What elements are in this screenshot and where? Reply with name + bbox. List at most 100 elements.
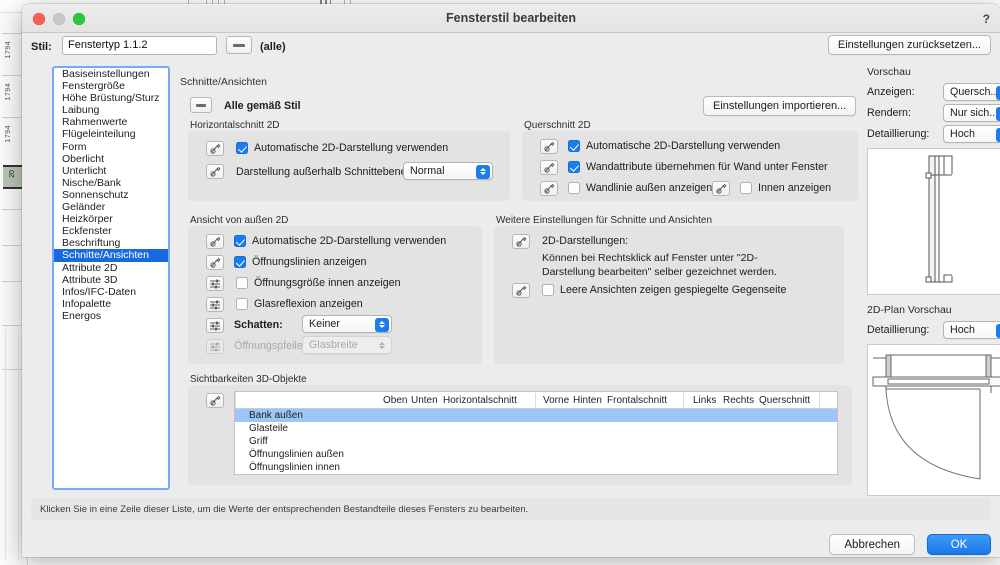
popup-preview-render-value: Nur sich... xyxy=(950,107,999,119)
sidebar-item-basiseinstellungen[interactable]: Basiseinstellungen xyxy=(54,68,168,80)
sliders-icon[interactable] xyxy=(206,318,224,333)
table-header-row: Oben Unten Horizontalschnitt Vorne Hinte… xyxy=(235,392,837,409)
pen-icon[interactable] xyxy=(512,283,530,298)
label-glass-reflection: Glasreflexion anzeigen xyxy=(254,298,363,310)
pen-icon[interactable] xyxy=(540,160,558,175)
group-title-weitere-einstellungen: Weitere Einstellungen für Schnitte und A… xyxy=(496,215,713,226)
cancel-button[interactable]: Abbrechen xyxy=(829,534,915,555)
ok-button[interactable]: OK xyxy=(927,534,991,555)
pen-icon[interactable] xyxy=(206,255,224,270)
preview-2d-plan-image xyxy=(867,344,1000,496)
checkbox-opening-lines[interactable] xyxy=(234,256,246,268)
column-header-rechts[interactable]: Rechts xyxy=(723,395,754,406)
checkbox-wall-attributes[interactable] xyxy=(568,161,580,173)
label-wall-line-outside: Wandlinie außen anzeigen xyxy=(586,182,713,194)
column-header-horizontalschnitt[interactable]: Horizontalschnitt xyxy=(443,395,517,406)
pen-icon[interactable] xyxy=(206,141,224,156)
popup-preview-detail-value: Hoch xyxy=(950,128,975,140)
checkbox-glass-reflection[interactable] xyxy=(236,298,248,310)
group-title-horizontalschnitt-2d: Horizontalschnitt 2D xyxy=(190,120,280,131)
table-row[interactable]: Bank außen xyxy=(235,409,837,422)
popup-preview-render[interactable]: Nur sich... xyxy=(943,104,1000,122)
plan-detail-row: Detaillierung: Hoch xyxy=(867,320,1000,341)
pen-icon[interactable] xyxy=(540,181,558,196)
table-row[interactable]: Öffnungslinien innen xyxy=(235,461,837,474)
group-ansicht-von-aussen-2d: Automatische 2D-Darstellung verwenden Öf… xyxy=(188,226,482,364)
column-header-frontalschnitt[interactable]: Frontalschnitt xyxy=(607,395,667,406)
sidebar-item-attribute-2d[interactable]: Attribute 2D xyxy=(54,262,168,274)
popup-outside-plane[interactable]: Normal xyxy=(403,162,493,180)
sidebar-item-schnitte-ansichten[interactable]: Schnitte/Ansichten xyxy=(54,249,168,262)
group-querschnitt-2d: Automatische 2D-Darstellung verwenden Wa… xyxy=(522,131,858,201)
sidebar-item-eckfenster[interactable]: Eckfenster xyxy=(54,225,168,237)
popup-shadow[interactable]: Keiner xyxy=(302,315,392,333)
sliders-icon[interactable] xyxy=(206,297,224,312)
group-title-sichtbarkeiten-3d-objekte: Sichtbarkeiten 3D-Objekte xyxy=(190,374,307,385)
sidebar-item-infopalette[interactable]: Infopalette xyxy=(54,298,168,310)
checkbox-auto-2d-cross[interactable] xyxy=(568,140,580,152)
sidebar-item-hoehe-bruestung-sturz[interactable]: Höhe Brüstung/Sturz xyxy=(54,92,168,104)
preview-detail-label: Detaillierung: xyxy=(867,128,930,140)
table-row[interactable]: Glasteile xyxy=(235,422,837,435)
column-header-unten[interactable]: Unten xyxy=(411,395,438,406)
popup-plan-detail[interactable]: Hoch xyxy=(943,321,1000,339)
sidebar-item-nische-bank[interactable]: Nische/Bank xyxy=(54,177,168,189)
pen-icon[interactable] xyxy=(206,164,224,179)
checkbox-auto-2d-exterior[interactable] xyxy=(234,235,246,247)
popup-preview-show[interactable]: Quersch... xyxy=(943,83,1000,101)
sidebar-item-fluegeleinteilung[interactable]: Flügeleinteilung xyxy=(54,128,168,140)
sidebar-item-gelaender[interactable]: Geländer xyxy=(54,201,168,213)
preview-title: Vorschau xyxy=(867,66,916,78)
column-header-vorne[interactable]: Vorne xyxy=(543,395,569,406)
sidebar-item-unterlicht[interactable]: Unterlicht xyxy=(54,165,168,177)
sidebar-item-sonnenschutz[interactable]: Sonnenschutz xyxy=(54,189,168,201)
ruler-mark: 1794 xyxy=(5,83,12,101)
pen-icon[interactable] xyxy=(540,139,558,154)
sidebar-item-infos-ifc-daten[interactable]: Infos/IFC-Daten xyxy=(54,286,168,298)
style-scope-label: (alle) xyxy=(260,41,286,53)
reset-settings-button[interactable]: Einstellungen zurücksetzen... xyxy=(827,35,991,55)
table-row[interactable]: Öffnungslinien außen xyxy=(235,448,837,461)
column-header-oben[interactable]: Oben xyxy=(383,395,407,406)
pen-icon[interactable] xyxy=(712,181,730,196)
column-header-links[interactable]: Links xyxy=(693,395,716,406)
visibility-table[interactable]: Oben Unten Horizontalschnitt Vorne Hinte… xyxy=(234,391,838,475)
popup-preview-detail[interactable]: Hoch xyxy=(943,125,1000,143)
sidebar-item-oberlicht[interactable]: Oberlicht xyxy=(54,153,168,165)
sidebar-item-rahmenwerte[interactable]: Rahmenwerte xyxy=(54,116,168,128)
column-header-querschnitt[interactable]: Querschnitt xyxy=(759,395,810,406)
style-input[interactable]: Fenstertyp 1.1.2 xyxy=(62,36,217,55)
help-icon[interactable]: ? xyxy=(983,12,990,26)
sidebar-item-laibung[interactable]: Laibung xyxy=(54,104,168,116)
preview-3d-image xyxy=(867,148,1000,295)
chevron-updown-icon xyxy=(476,164,490,179)
pen-icon[interactable] xyxy=(206,393,224,408)
sidebar-item-heizkoerper[interactable]: Heizkörper xyxy=(54,213,168,225)
checkbox-empty-views[interactable] xyxy=(542,284,554,296)
pen-icon[interactable] xyxy=(512,234,530,249)
settings-sidebar[interactable]: Basiseinstellungen Fenstergröße Höhe Brü… xyxy=(52,66,170,490)
checkbox-wall-line-outside[interactable] xyxy=(568,182,580,194)
label-opening-size-inside: Öffnungsgröße innen anzeigen xyxy=(254,277,401,289)
group-weitere-einstellungen: 2D-Darstellungen: Können bei Rechtsklick… xyxy=(494,226,844,364)
pen-dash-icon[interactable] xyxy=(226,36,252,54)
sidebar-item-fenstergroesse[interactable]: Fenstergröße xyxy=(54,80,168,92)
sidebar-item-beschriftung[interactable]: Beschriftung xyxy=(54,237,168,249)
chevron-updown-icon xyxy=(996,85,1000,100)
import-settings-button[interactable]: Einstellungen importieren... xyxy=(703,96,857,116)
checkbox-show-inside[interactable] xyxy=(740,182,752,194)
checkbox-opening-size-inside[interactable] xyxy=(236,277,248,289)
sliders-icon[interactable] xyxy=(206,276,224,291)
chevron-updown-icon xyxy=(996,106,1000,121)
column-header-hinten[interactable]: Hinten xyxy=(573,395,602,406)
pen-icon[interactable] xyxy=(206,234,224,249)
checkbox-auto-2d-horizontal[interactable] xyxy=(236,142,248,154)
group-title-ansicht-von-aussen-2d: Ansicht von außen 2D xyxy=(190,215,289,226)
sidebar-item-attribute-3d[interactable]: Attribute 3D xyxy=(54,274,168,286)
table-row[interactable]: Griff xyxy=(235,435,837,448)
sidebar-item-form[interactable]: Form xyxy=(54,141,168,153)
label-opening-lines: Öffnungslinien anzeigen xyxy=(252,256,367,268)
sidebar-item-energos[interactable]: Energos xyxy=(54,310,168,322)
ruler-mark: 1794 xyxy=(5,125,12,143)
pen-dash-icon[interactable] xyxy=(190,97,212,113)
